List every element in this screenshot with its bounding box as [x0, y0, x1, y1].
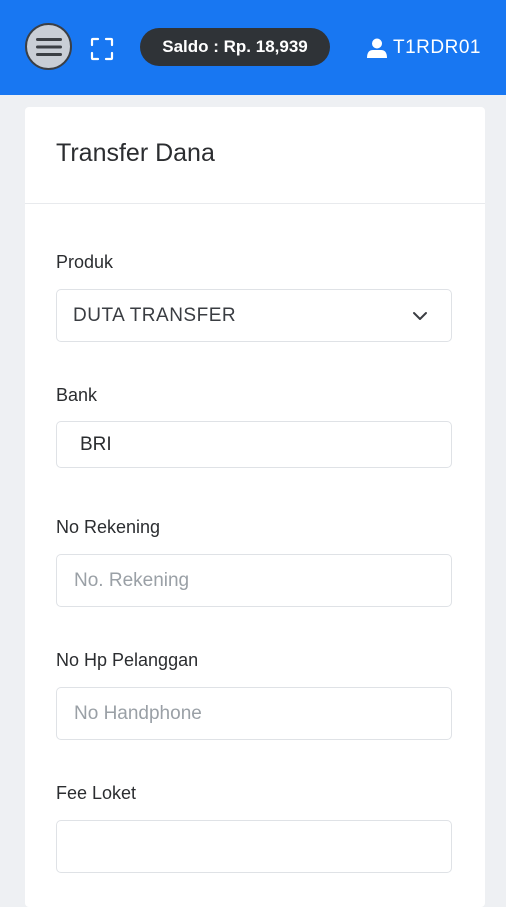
- bank-field[interactable]: BRI: [56, 421, 452, 468]
- username-label: T1RDR01: [393, 37, 481, 58]
- fullscreen-expand-icon[interactable]: [90, 37, 114, 61]
- no-hp-input[interactable]: No Handphone: [56, 687, 452, 740]
- saldo-badge: Saldo : Rp. 18,939: [140, 28, 330, 66]
- no-hp-label: No Hp Pelanggan: [56, 650, 199, 670]
- produk-select[interactable]: DUTA TRANSFER: [56, 289, 452, 342]
- user-menu[interactable]: T1RDR01: [367, 35, 481, 61]
- card-header: Transfer Dana: [25, 107, 485, 204]
- bank-label: Bank: [56, 385, 98, 405]
- page-title: Transfer Dana: [56, 139, 215, 167]
- no-hp-placeholder: No Handphone: [74, 702, 202, 724]
- no-rekening-placeholder: No. Rekening: [74, 569, 190, 591]
- no-rekening-label: No Rekening: [56, 517, 161, 537]
- bank-value: BRI: [80, 433, 112, 455]
- fee-loket-input[interactable]: [56, 820, 452, 873]
- produk-selected-value: DUTA TRANSFER: [73, 304, 237, 326]
- user-icon: [367, 38, 393, 58]
- top-bar: Saldo : Rp. 18,939 T1RDR01: [0, 0, 506, 95]
- no-rekening-input[interactable]: No. Rekening: [56, 554, 452, 607]
- transfer-form-card: Transfer Dana Produk DUTA TRANSFER Bank …: [25, 107, 485, 907]
- chevron-down-icon: [412, 307, 428, 325]
- fee-loket-label: Fee Loket: [56, 783, 137, 803]
- hamburger-menu-icon[interactable]: [25, 23, 72, 70]
- produk-label: Produk: [56, 252, 114, 272]
